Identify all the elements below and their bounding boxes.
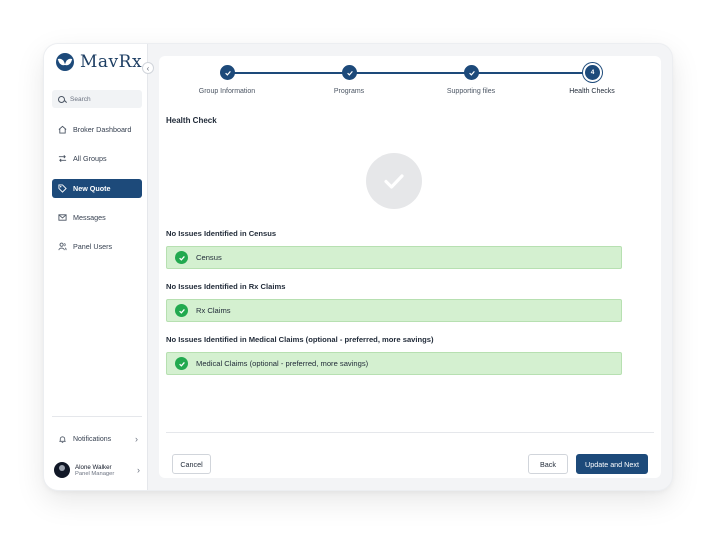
bell-icon <box>58 435 67 444</box>
step-2-complete-indicator[interactable] <box>342 65 357 80</box>
users-icon <box>58 242 67 251</box>
check-circle-icon <box>175 251 188 264</box>
step-3-complete-indicator[interactable] <box>464 65 479 80</box>
search-placeholder: Search <box>70 95 91 103</box>
medical-claims-issue-heading: No Issues Identified in Medical Claims (… <box>166 335 434 344</box>
step-label: Programs <box>333 88 365 95</box>
step-label: Supporting files <box>446 88 496 95</box>
mail-icon <box>58 213 67 222</box>
tag-icon <box>58 184 67 193</box>
check-circle-icon <box>175 357 188 370</box>
chevron-right-icon: › <box>137 465 140 475</box>
check-circle-icon <box>175 304 188 317</box>
sidebar-item-label: Messages <box>73 213 106 222</box>
sidebar-item-label: New Quote <box>73 184 111 193</box>
health-check-icon <box>366 153 422 209</box>
sidebar-item-new-quote[interactable]: New Quote <box>52 179 142 198</box>
sidebar-item-label: Broker Dashboard <box>73 125 132 134</box>
notifications-label: Notifications <box>73 435 112 443</box>
status-text: Rx Claims <box>196 306 231 315</box>
check-icon <box>468 70 475 76</box>
sidebar-divider <box>52 416 142 417</box>
avatar <box>54 462 70 478</box>
user-role: Panel Manager <box>75 470 115 477</box>
step-1-complete-indicator[interactable] <box>220 65 235 80</box>
sidebar-item-label: Panel Users <box>73 242 113 251</box>
step-4-current-indicator[interactable]: 4 <box>585 65 600 80</box>
back-button[interactable]: Back <box>528 454 568 474</box>
sidebar-item-panel-users[interactable]: Panel Users <box>52 237 142 256</box>
cancel-button[interactable]: Cancel <box>172 454 211 474</box>
sidebar-item-broker-dashboard[interactable]: Broker Dashboard <box>52 120 142 139</box>
collapse-sidebar-button[interactable]: ‹ <box>142 62 154 74</box>
user-menu[interactable]: Alone Walker Panel Manager › <box>54 462 140 478</box>
footer-divider <box>166 432 654 433</box>
check-icon <box>224 70 231 76</box>
main-panel: Group Information Programs Supporting fi… <box>159 56 661 478</box>
notifications-link[interactable]: Notifications › <box>58 434 138 444</box>
rx-claims-status-bar: Rx Claims <box>166 299 622 322</box>
sidebar-item-label: All Groups <box>73 154 107 163</box>
search-icon <box>58 95 65 103</box>
status-text: Medical Claims (optional - preferred, mo… <box>196 359 369 368</box>
user-name: Alone Walker <box>75 463 112 471</box>
status-text: Census <box>196 253 222 262</box>
census-issue-heading: No Issues Identified in Census <box>166 229 277 238</box>
update-and-next-button[interactable]: Update and Next <box>576 454 648 474</box>
search-input[interactable]: Search <box>52 90 142 108</box>
step-label: Health Checks <box>569 88 615 95</box>
census-status-bar: Census <box>166 246 622 269</box>
stepper-track <box>227 72 592 74</box>
chevron-left-icon: ‹ <box>146 63 150 73</box>
app-window: MavRx Search Broker Dashboard All Groups… <box>44 44 672 490</box>
sidebar-item-all-groups[interactable]: All Groups <box>52 149 142 168</box>
medical-claims-status-bar: Medical Claims (optional - preferred, mo… <box>166 352 622 375</box>
rx-claims-issue-heading: No Issues Identified in Rx Claims <box>166 282 286 291</box>
check-icon <box>346 70 353 76</box>
chevron-right-icon: › <box>135 434 138 444</box>
brand-logo[interactable]: MavRx <box>56 52 142 72</box>
brand-name: MavRx <box>80 52 143 72</box>
sidebar-item-messages[interactable]: Messages <box>52 208 142 227</box>
step-label: Group Information <box>198 88 256 95</box>
logo-icon <box>56 53 74 71</box>
home-icon <box>58 125 67 134</box>
swap-icon <box>58 154 67 163</box>
sidebar: MavRx Search Broker Dashboard All Groups… <box>44 44 148 490</box>
page-title: Health Check <box>166 116 217 125</box>
